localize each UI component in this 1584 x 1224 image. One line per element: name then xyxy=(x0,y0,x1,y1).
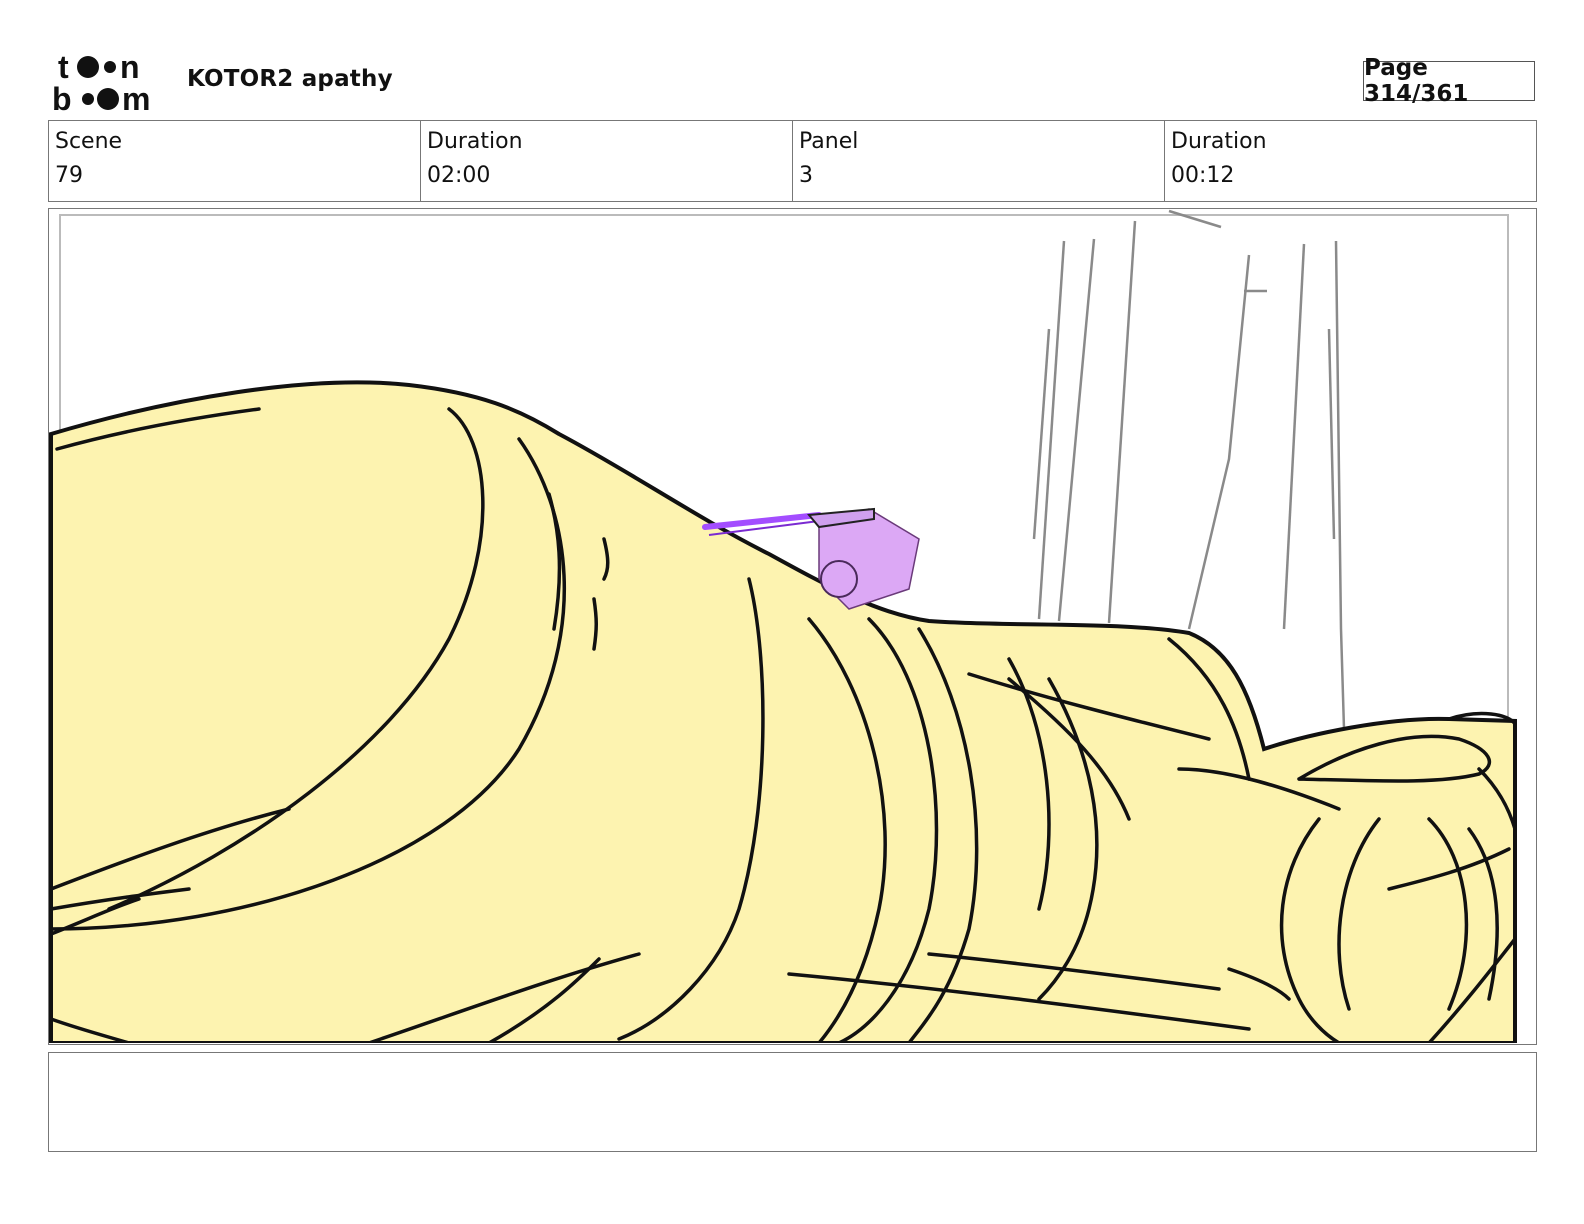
panel-duration-cell: Duration 00:12 xyxy=(1165,121,1536,201)
panel-duration-value: 00:12 xyxy=(1171,163,1235,188)
panel-notes-box xyxy=(48,1052,1537,1152)
body-shape-icon xyxy=(49,380,1517,1043)
scene-value: 79 xyxy=(55,163,83,188)
svg-text:t: t xyxy=(58,49,69,85)
scene-duration-cell: Duration 02:00 xyxy=(421,121,793,201)
panel-label: Panel xyxy=(799,129,859,154)
storyboard-panel xyxy=(48,208,1537,1045)
panel-cell: Panel 3 xyxy=(793,121,1165,201)
svg-text:b: b xyxy=(52,81,72,116)
page-counter: Page 314/361 xyxy=(1363,55,1535,107)
scene-info-table: Scene 79 Duration 02:00 Panel 3 Duration… xyxy=(48,120,1537,202)
scene-duration-label: Duration xyxy=(427,129,523,154)
toonboom-logo-icon: t n b m xyxy=(50,48,166,117)
svg-text:m: m xyxy=(122,81,150,116)
panel-value: 3 xyxy=(799,163,813,188)
scene-duration-value: 02:00 xyxy=(427,163,491,188)
panel-duration-label: Duration xyxy=(1171,129,1267,154)
project-title: KOTOR2 apathy xyxy=(187,66,393,92)
storyboard-sketch-icon xyxy=(49,209,1517,1043)
scene-cell: Scene 79 xyxy=(49,121,421,201)
scene-label: Scene xyxy=(55,129,123,154)
svg-text:n: n xyxy=(120,49,140,85)
